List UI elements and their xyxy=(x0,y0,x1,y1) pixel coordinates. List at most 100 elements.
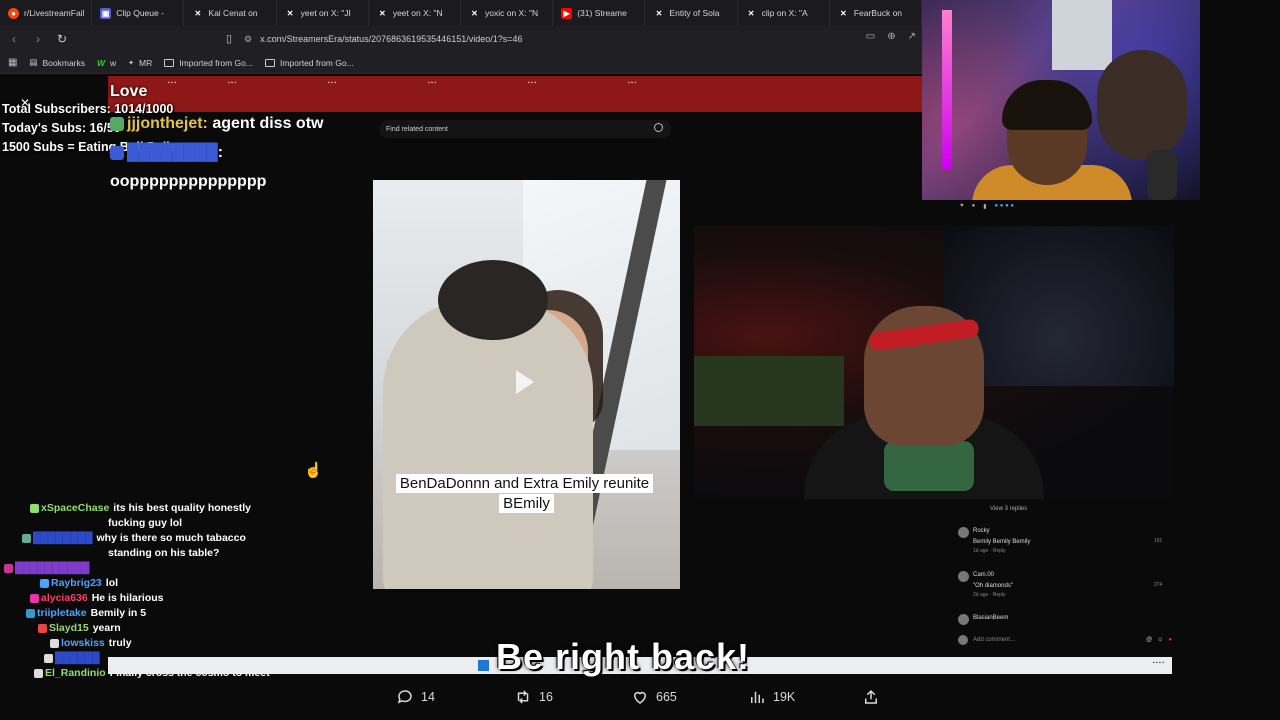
bookmark-item[interactable]: Imported from Go... xyxy=(264,58,354,68)
view-replies-link[interactable]: View 3 replies xyxy=(990,506,1027,512)
send-icon[interactable]: ● xyxy=(1168,637,1172,643)
heart-icon[interactable]: ♥ xyxy=(960,203,964,209)
bookmark-item[interactable]: ✦ MR xyxy=(128,58,152,68)
reply-button[interactable]: 14 xyxy=(396,688,435,706)
tab-label: yoxic on X: "N xyxy=(485,8,539,18)
views-button[interactable]: 19K xyxy=(748,688,795,706)
tweet-action-bar: 14 16 665 19K xyxy=(396,686,896,708)
repost-button[interactable]: 16 xyxy=(514,688,553,706)
captured-tab: ▪ ▪ ▪ xyxy=(628,80,637,86)
comment-user[interactable]: Cam.00 xyxy=(973,572,994,578)
comment-user[interactable]: Rocky xyxy=(973,528,990,534)
chat-line: triipletake Bemily in 5 xyxy=(26,606,146,621)
search-icon[interactable] xyxy=(654,123,663,132)
chat-message: fucking guy lol xyxy=(108,517,183,529)
reload-icon[interactable]: ↻ xyxy=(52,29,72,49)
youtube-icon: ▶ xyxy=(561,7,573,19)
badge-icon xyxy=(40,578,49,588)
avatar[interactable] xyxy=(958,527,969,538)
site-info-icon[interactable]: ⚙ xyxy=(244,34,252,45)
chat-username: xSpaceChase xyxy=(41,502,110,514)
add-comment-input[interactable]: Add comment... @ ☺ ● xyxy=(958,633,1172,647)
comment-meta[interactable]: 2d ago · Reply xyxy=(973,592,1006,598)
like-button[interactable]: 665 xyxy=(631,688,677,706)
browser-tab[interactable]: ▣ Clip Queue - xyxy=(92,0,185,26)
video-player-2[interactable] xyxy=(694,226,1174,499)
tab-label: r/LivestreamFail xyxy=(24,8,85,18)
chat-line: ██████ xyxy=(44,651,104,666)
browser-tab[interactable]: ✕ clip on X: "A xyxy=(738,0,830,26)
video-figure xyxy=(383,300,593,589)
windows-start-icon xyxy=(478,660,489,671)
video-player-1[interactable]: BenDaDonnn and Extra Emily reunite BEmil… xyxy=(373,180,680,589)
related-search-input[interactable]: Find related content xyxy=(379,120,671,138)
mention-icon[interactable]: @ xyxy=(1146,637,1152,643)
comment-item: BlasianBeem xyxy=(958,614,1172,625)
address-bar[interactable]: ⚙ x.com/StreamersEra/status/207686361953… xyxy=(244,30,844,48)
badge-icon xyxy=(34,668,43,678)
bookmark-item[interactable]: ▤ Bookmarks xyxy=(29,57,85,68)
address-url: x.com/StreamersEra/status/20768636195354… xyxy=(260,34,523,44)
badge-icon xyxy=(30,503,39,513)
bookmark-item[interactable]: Ww xyxy=(97,58,116,68)
badge-icon xyxy=(30,593,39,603)
big-chat-line: ████████: xyxy=(110,138,372,167)
share-icon[interactable]: ↗ xyxy=(908,31,916,42)
badge-icon xyxy=(26,608,35,618)
chat-message: its his best quality honestly xyxy=(113,502,251,514)
back-icon[interactable]: ‹ xyxy=(4,29,24,49)
emoji-icon[interactable]: ☺ xyxy=(1157,637,1163,643)
avatar[interactable] xyxy=(958,571,969,582)
comment-icon[interactable]: ● xyxy=(972,203,976,209)
x-icon: ✕ xyxy=(194,8,202,18)
chat-username: ██████████ xyxy=(15,562,90,574)
share-button[interactable] xyxy=(862,688,880,706)
browser-tab[interactable]: ● r/LivestreamFail xyxy=(0,0,93,26)
avatar xyxy=(958,635,968,645)
like-count: 665 xyxy=(656,690,677,704)
browser-tab[interactable]: ▶ (31) Streame xyxy=(553,0,646,26)
toolbar-icons: ▭ ⊕ ↗ xyxy=(866,31,916,42)
love-label: Love xyxy=(110,83,148,100)
sub-badge-icon xyxy=(110,116,124,131)
captured-tab: ▪ ▪ ▪ xyxy=(428,80,437,86)
browser-tab[interactable]: ✕ yoxic on X: "N xyxy=(461,0,554,26)
bookmark-item[interactable]: Imported from Go... xyxy=(164,58,253,68)
chat-username: El_Randinio xyxy=(45,667,106,679)
zoom-icon[interactable]: ⊕ xyxy=(887,31,895,42)
comment-likes[interactable]: 191 xyxy=(1154,537,1162,546)
share-icons[interactable]: ● ● ● ● xyxy=(995,203,1015,209)
forward-icon[interactable]: › xyxy=(28,29,48,49)
browser-tab[interactable]: ✕ Entity of Sola xyxy=(645,0,738,26)
chat-username: Slayd15 xyxy=(49,622,89,634)
heart-icon xyxy=(633,691,647,704)
chat-username: triipletake xyxy=(37,607,87,619)
cast-icon[interactable]: ▭ xyxy=(866,31,875,42)
tab-label: Entity of Sola xyxy=(669,8,720,18)
bookmark-star-icon[interactable]: ▯ xyxy=(226,32,232,45)
share-icon xyxy=(865,689,877,704)
apps-icon[interactable]: ▦ xyxy=(8,57,17,68)
captured-browser-strip: ▪ ▪ ▪ ▪ ▪ ▪ ▪ ▪ ▪ ▪ ▪ ▪ ▪ ▪ ▪ ▪ ▪ ▪ xyxy=(108,76,922,112)
play-icon[interactable] xyxy=(516,370,534,394)
browser-tab[interactable]: ✕ yeet on X: "JI xyxy=(277,0,369,26)
be-right-back-text: Be right back! xyxy=(496,636,751,677)
bookmark-label: Bookmarks xyxy=(42,57,85,68)
browser-tab[interactable]: ✕ Kai Cenat on xyxy=(184,0,277,26)
chat-line: ████████ why is there so much tabacco xyxy=(22,531,246,546)
mouse-cursor-icon: ☝ xyxy=(304,462,323,479)
comment-meta[interactable]: 1d ago · Reply xyxy=(973,548,1006,554)
avatar[interactable] xyxy=(958,614,969,625)
bookmark-icon[interactable]: ▮ xyxy=(983,203,986,210)
chat-username: Raybrig23 xyxy=(51,577,102,589)
video-caption-text: BenDaDonnn and Extra Emily reunite BEmil… xyxy=(395,474,654,513)
comment-tools: @ ☺ ● xyxy=(1146,637,1172,643)
comment-item: Cam.00 "Oh diamonds" 2d ago · Reply 274 xyxy=(958,571,1172,600)
chat-line: alycia636 He is hilarious xyxy=(30,591,164,606)
chat-line: Slayd15 yearn xyxy=(38,621,121,636)
browser-tab[interactable]: ✕ FearBuck on xyxy=(830,0,922,26)
badge-icon xyxy=(44,653,53,663)
comment-likes[interactable]: 274 xyxy=(1154,581,1162,590)
browser-tab[interactable]: ✕ yeet on X: "N xyxy=(369,0,462,26)
comment-user[interactable]: BlasianBeem xyxy=(973,615,1008,621)
